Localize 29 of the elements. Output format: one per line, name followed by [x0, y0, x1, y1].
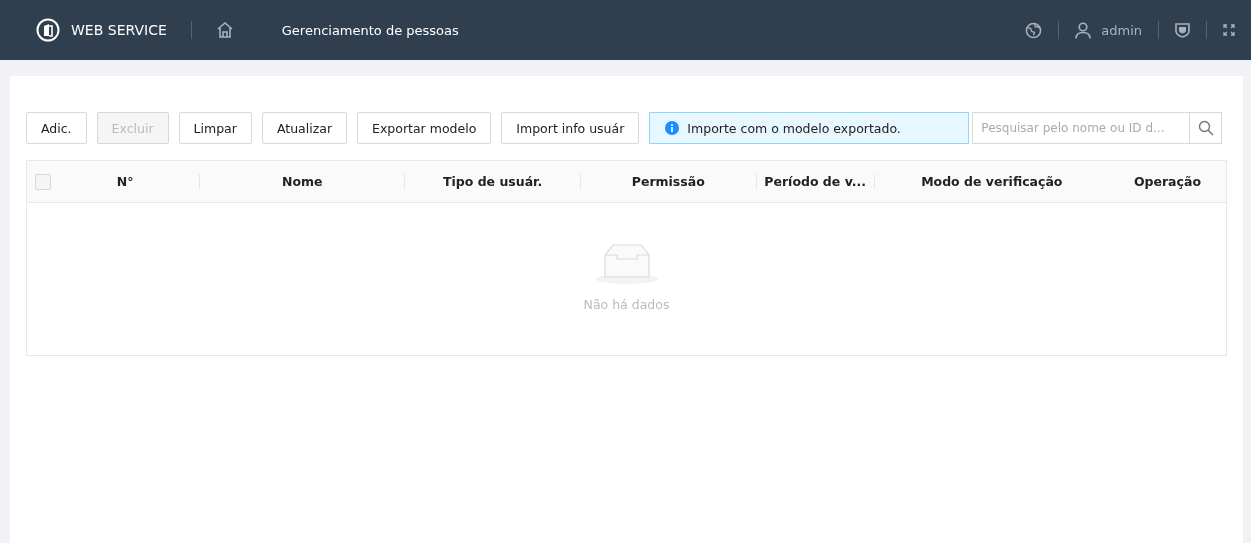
- username[interactable]: admin: [1101, 22, 1142, 38]
- user-icon[interactable]: [1075, 21, 1092, 39]
- fullscreen-icon[interactable]: [1223, 24, 1235, 36]
- column-header: Permissão: [631, 174, 705, 189]
- column-header: Nome: [282, 174, 323, 189]
- page-title: Gerenciamento de pessoas: [281, 22, 459, 38]
- column-header: Operação: [1133, 174, 1201, 189]
- select-all-checkbox[interactable]: [35, 173, 51, 190]
- toolbar-button[interactable]: Limpar: [178, 112, 252, 144]
- column-header: Modo de verificação: [921, 174, 1063, 189]
- home-icon[interactable]: [215, 22, 234, 38]
- search-field[interactable]: Pesquisar pelo nome ou ID d...: [972, 112, 1191, 144]
- globe-icon[interactable]: [1025, 21, 1043, 39]
- search-icon: [1197, 120, 1214, 136]
- search-button[interactable]: [1190, 112, 1223, 144]
- toolbar-button[interactable]: Adic.: [26, 112, 87, 144]
- toolbar-button[interactable]: Import info usuár: [501, 112, 640, 144]
- toolbar-button[interactable]: Exportar modelo: [357, 112, 492, 144]
- column-header: Período de v...: [764, 174, 866, 189]
- empty-message: Não há dados: [583, 297, 670, 312]
- column-header: Tipo de usuár.: [442, 174, 543, 189]
- shield-icon[interactable]: [1175, 22, 1190, 38]
- column-header: N°: [116, 174, 134, 189]
- info-text: Importe com o modelo exportado.: [687, 120, 901, 136]
- door-logo-icon: [36, 18, 60, 42]
- info-icon: [665, 121, 680, 135]
- brand-name: WEB SERVICE: [71, 22, 167, 38]
- toolbar-button[interactable]: Atualizar: [261, 112, 348, 144]
- empty-inbox-icon: [594, 243, 659, 285]
